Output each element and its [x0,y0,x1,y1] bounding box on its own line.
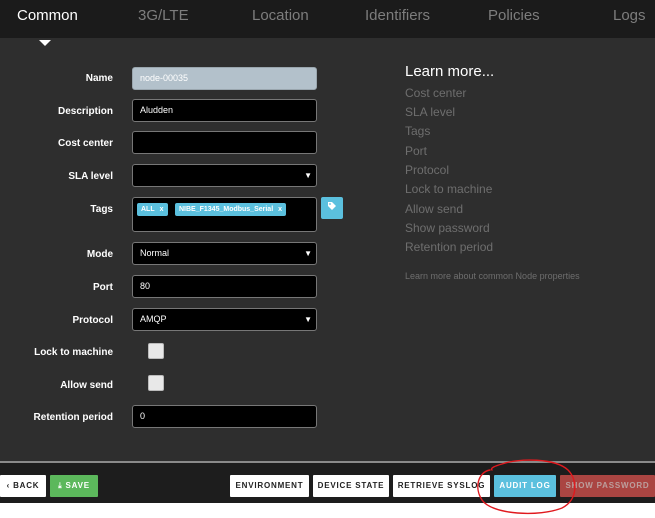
tab-3g-lte[interactable]: 3G/LTE [138,7,189,24]
tag-chip: ALL x [137,203,168,216]
tag-remove-icon[interactable]: x [160,206,164,213]
learn-item-retention-period[interactable]: Retention period [405,240,493,254]
allow-send-label: Allow send [60,380,113,391]
port-field[interactable]: 80 [132,275,317,298]
learn-item-lock-to-machine[interactable]: Lock to machine [405,182,492,196]
chevron-left-icon: ‹ [6,481,11,490]
caret-down-icon: ▼ [304,315,312,324]
tab-logs[interactable]: Logs [613,7,646,24]
protocol-select[interactable]: AMQP ▼ [132,308,317,331]
port-label: Port [93,282,113,293]
learn-more-link[interactable]: Learn more about common Node properties [405,271,580,281]
name-label: Name [85,73,113,84]
caret-down-icon: ▼ [304,249,312,258]
mode-value: Normal [140,248,170,258]
back-button[interactable]: ‹ BACK [0,475,46,497]
retention-period-label: Retention period [33,412,113,423]
add-tag-button[interactable] [321,197,343,219]
protocol-value: AMQP [140,314,167,324]
mode-select[interactable]: Normal ▼ [132,242,317,265]
device-state-button[interactable]: DEVICE STATE [313,475,389,497]
download-icon: ⤓ [58,481,63,490]
save-button-label: SAVE [65,481,90,490]
tags-label: Tags [90,204,113,215]
description-field[interactable]: Aludden [132,99,317,122]
tab-bar: Common 3G/LTE Location Identifiers Polic… [0,0,655,38]
name-field[interactable]: node-00035 [132,67,317,90]
cost-center-field[interactable] [132,131,317,154]
environment-button[interactable]: ENVIRONMENT [230,475,309,497]
show-password-button[interactable]: SHOW PASSWORD [560,475,655,497]
active-tab-indicator [39,40,51,46]
tag-chip-label: ALL [141,206,155,213]
tag-remove-icon[interactable]: x [278,206,282,213]
learn-more-heading: Learn more... [405,63,495,80]
learn-item-cost-center[interactable]: Cost center [405,86,466,100]
tab-policies[interactable]: Policies [488,7,540,24]
cost-center-label: Cost center [57,138,113,149]
protocol-label: Protocol [72,315,113,326]
learn-item-tags[interactable]: Tags [405,124,430,138]
lock-to-machine-label: Lock to machine [34,347,113,358]
audit-log-button[interactable]: AUDIT LOG [494,475,556,497]
tags-input[interactable]: ALL x NIBE_F1345_Modbus_Serial x [132,197,317,232]
allow-send-checkbox[interactable] [148,375,164,391]
caret-down-icon: ▼ [304,171,312,180]
tag-icon [328,202,336,210]
back-button-label: BACK [13,481,40,490]
tab-location[interactable]: Location [252,7,309,24]
learn-item-sla-level[interactable]: SLA level [405,105,455,119]
learn-item-protocol[interactable]: Protocol [405,163,449,177]
lock-to-machine-checkbox[interactable] [148,343,164,359]
tab-identifiers[interactable]: Identifiers [365,7,430,24]
mode-label: Mode [86,249,113,260]
retention-period-field[interactable]: 0 [132,405,317,428]
learn-item-port[interactable]: Port [405,144,427,158]
sla-level-select[interactable]: ▼ [132,164,317,187]
description-label: Description [57,106,113,117]
tag-chip-label: NIBE_F1345_Modbus_Serial [179,206,274,213]
learn-item-allow-send[interactable]: Allow send [405,202,463,216]
tab-common[interactable]: Common [17,7,78,24]
sla-level-label: SLA level [68,171,113,182]
page-bottom [0,503,655,518]
tag-chip: NIBE_F1345_Modbus_Serial x [175,203,287,216]
retrieve-syslog-button[interactable]: RETRIEVE SYSLOG [393,475,490,497]
learn-item-show-password[interactable]: Show password [405,221,490,235]
save-button[interactable]: ⤓ SAVE [50,475,98,497]
